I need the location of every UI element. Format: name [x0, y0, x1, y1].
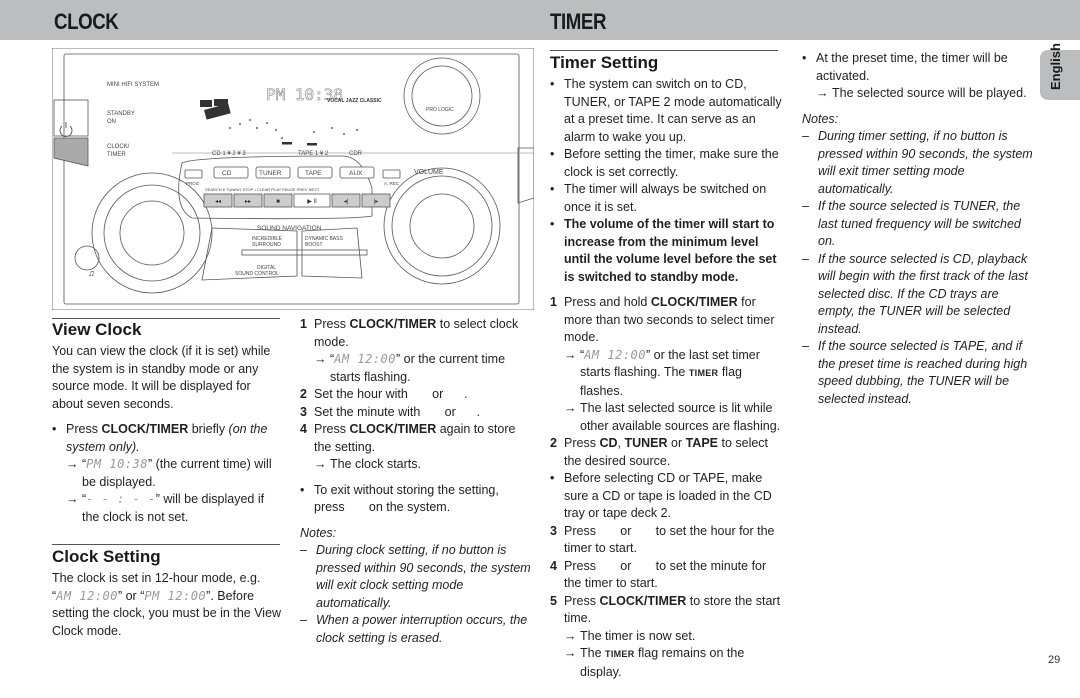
headphone-icon: ♫: [88, 268, 95, 278]
timer-step-2: 2 Press CD, TUNER or TAPE to select the d…: [550, 436, 769, 468]
timer-activated-result: → The selected source will be played.: [816, 86, 1027, 100]
timer-step-1-result-2: → The last selected source is lit while o…: [564, 401, 781, 433]
timer-setting-body: The system can switch on to CD, TUNER, o…: [550, 76, 782, 681]
svg-text:A. REC: A. REC: [384, 181, 400, 186]
clock-step-4: 4 Press CLOCK/TIMER again to store the se…: [300, 422, 516, 454]
clock-note-1: – During clock setting, if no button is p…: [300, 543, 531, 610]
clock-step-3: 3 Set the minute with or .: [300, 404, 481, 419]
slider-rail: [241, 249, 368, 256]
view-clock-bullet: Press CLOCK/TIMER briefly (on the system…: [52, 421, 280, 456]
device-front-panel-illustration: ◂◂ ▸▸ ■ ▶ II ◂| |▸ MINI HIFI SYSTEM STANDBY O…: [52, 48, 534, 310]
timer-bullet-3: The timer will always be switched on onc…: [550, 181, 782, 216]
svg-text:CDR: CDR: [349, 151, 363, 157]
svg-text:▸▸: ▸▸: [245, 199, 251, 205]
svg-text:BOOST: BOOST: [305, 242, 323, 248]
timer-setting-rule: [550, 50, 778, 51]
clock-setting-rule: [52, 544, 280, 545]
svg-text:TAPE: TAPE: [305, 170, 322, 177]
svg-text:ON: ON: [107, 119, 116, 125]
timer-header-title: TIMER: [550, 9, 607, 34]
clock-setting-body: The clock is set in 12-hour mode, e.g. “…: [52, 571, 282, 638]
svg-text:VOCAL JAZZ CLASSIC: VOCAL JAZZ CLASSIC: [327, 98, 382, 104]
volume-knob-outer: [383, 167, 501, 285]
svg-text:TUNER: TUNER: [259, 170, 282, 177]
svg-text:VOLUME: VOLUME: [414, 169, 444, 176]
power-icon: [59, 122, 73, 137]
standby-button-shape: [53, 99, 89, 137]
timer-notes-label: Notes:: [802, 111, 839, 126]
clock-step-1-result: → “AM 12:00” or the current time starts f…: [314, 352, 506, 384]
view-clock-arrow-2: → “- - : - -” will be displayed if the cl…: [66, 492, 265, 524]
timer-setting-heading: Timer Setting: [550, 53, 659, 72]
svg-text:PROG: PROG: [186, 181, 200, 186]
svg-text:|▸: |▸: [374, 199, 379, 205]
clock-note-2: – When a power interruption occurs, the c…: [300, 613, 528, 645]
language-tab: English: [1040, 43, 1080, 100]
svg-text:CD: CD: [222, 170, 232, 177]
language-label: English: [1048, 43, 1063, 90]
clock-timer-button-shape: [53, 137, 89, 167]
timer-activated-bullet: At the preset time, the timer will be ac…: [802, 50, 1034, 85]
svg-text:■: ■: [276, 199, 280, 205]
timer-step-5-result-2: → The TIMER flag remains on the display.: [564, 646, 745, 679]
timer-step-3: 3 Press or to set the hour for the timer …: [550, 523, 778, 556]
timer-step-5-result-1: → The timer is now set.: [564, 628, 696, 643]
volume-knob-inner: [409, 193, 475, 259]
timer-step-5: 5 Press CLOCK/TIMER to store the start ti…: [550, 593, 781, 626]
view-clock-body: You can view the clock (if it is set) wh…: [52, 343, 280, 526]
prog-button-shape: [184, 169, 203, 179]
headphone-jack: [74, 245, 100, 271]
clock-exit-bullet: To exit without storing the setting, pre…: [300, 482, 532, 517]
clock-step-4-result: → The clock starts.: [314, 457, 421, 471]
svg-text:▶ II: ▶ II: [307, 199, 317, 205]
page-number: 29: [1048, 654, 1061, 666]
view-clock-intro: You can view the clock (if it is set) wh…: [52, 344, 271, 411]
clock-step-2: 2 Set the hour with or .: [300, 387, 468, 401]
timer-step-4: 4 Press or to set the minute for the time…: [550, 558, 770, 591]
svg-text:AUX: AUX: [349, 170, 363, 177]
clock-step-1: 1 Press CLOCK/TIMER to select clock mode.: [300, 317, 519, 349]
svg-text:STANDBY: STANDBY: [107, 111, 135, 117]
timer-bullet-1: The system can switch on to CD, TUNER, o…: [550, 76, 782, 146]
svg-text:SURROUND: SURROUND: [252, 242, 281, 248]
svg-text:SOUND CONTROL: SOUND CONTROL: [235, 271, 279, 277]
timer-note-3: – If the source selected is CD, playback …: [802, 251, 1028, 336]
svg-text:TIMER: TIMER: [107, 152, 126, 158]
view-clock-rule: [52, 318, 280, 319]
brand-text: MINI HIFI SYSTEM: [107, 82, 159, 88]
timer-note-4: – If the source selected is TAPE, and if …: [802, 339, 1028, 406]
timer-step-1: 1 Press and hold CLOCK/TIMER for more tha…: [550, 295, 775, 344]
left-dial-inner: [119, 200, 185, 266]
svg-text:◂◂: ◂◂: [215, 199, 221, 205]
timer-note-1: – During timer setting, if no button is p…: [802, 129, 1033, 196]
clock-setting-heading: Clock Setting: [52, 547, 161, 566]
view-clock-arrow-1: → “PM 10:38” (the current time) will be d…: [66, 457, 272, 489]
svg-text:CD 1 ¥ 2 ¥ 3: CD 1 ¥ 2 ¥ 3: [212, 151, 246, 157]
pro-logic-dial: [403, 57, 481, 135]
svg-text:SOUND NAVIGATION: SOUND NAVIGATION: [257, 225, 322, 232]
left-dial-outer: [91, 172, 213, 294]
view-clock-heading: View Clock: [52, 320, 142, 339]
timer-step-2-bullet: Before selecting CD or TAPE, make sure a…: [550, 470, 782, 523]
clock-header-title: CLOCK: [54, 9, 119, 34]
clock-steps: 1 Press CLOCK/TIMER to select clock mode.…: [300, 316, 532, 647]
svg-text:◂|: ◂|: [344, 199, 349, 205]
timer-step-1-result-1: → “AM 12:00” or the last set timer starts…: [564, 347, 760, 398]
header-band: [0, 0, 1080, 40]
svg-text:PRO LOGIC: PRO LOGIC: [426, 107, 454, 113]
timer-bullet-4: The volume of the timer will start to in…: [550, 216, 782, 286]
timer-note-2: – If the source selected is TUNER, the la…: [802, 199, 1021, 248]
svg-text:CLOCK/: CLOCK/: [107, 144, 130, 150]
timer-right-column: At the preset time, the timer will be ac…: [802, 50, 1034, 408]
svg-text:SEARCH ¥ TUNING STOP • CLEAR: SEARCH ¥ TUNING STOP • CLEAR PLAY PAUSE …: [205, 187, 320, 192]
arec-button-shape: [382, 169, 401, 179]
clock-notes-label: Notes:: [300, 525, 337, 540]
svg-text:TAPE 1 ¥ 2: TAPE 1 ¥ 2: [298, 151, 329, 157]
timer-bullet-2: Before setting the timer, make sure the …: [550, 146, 782, 181]
